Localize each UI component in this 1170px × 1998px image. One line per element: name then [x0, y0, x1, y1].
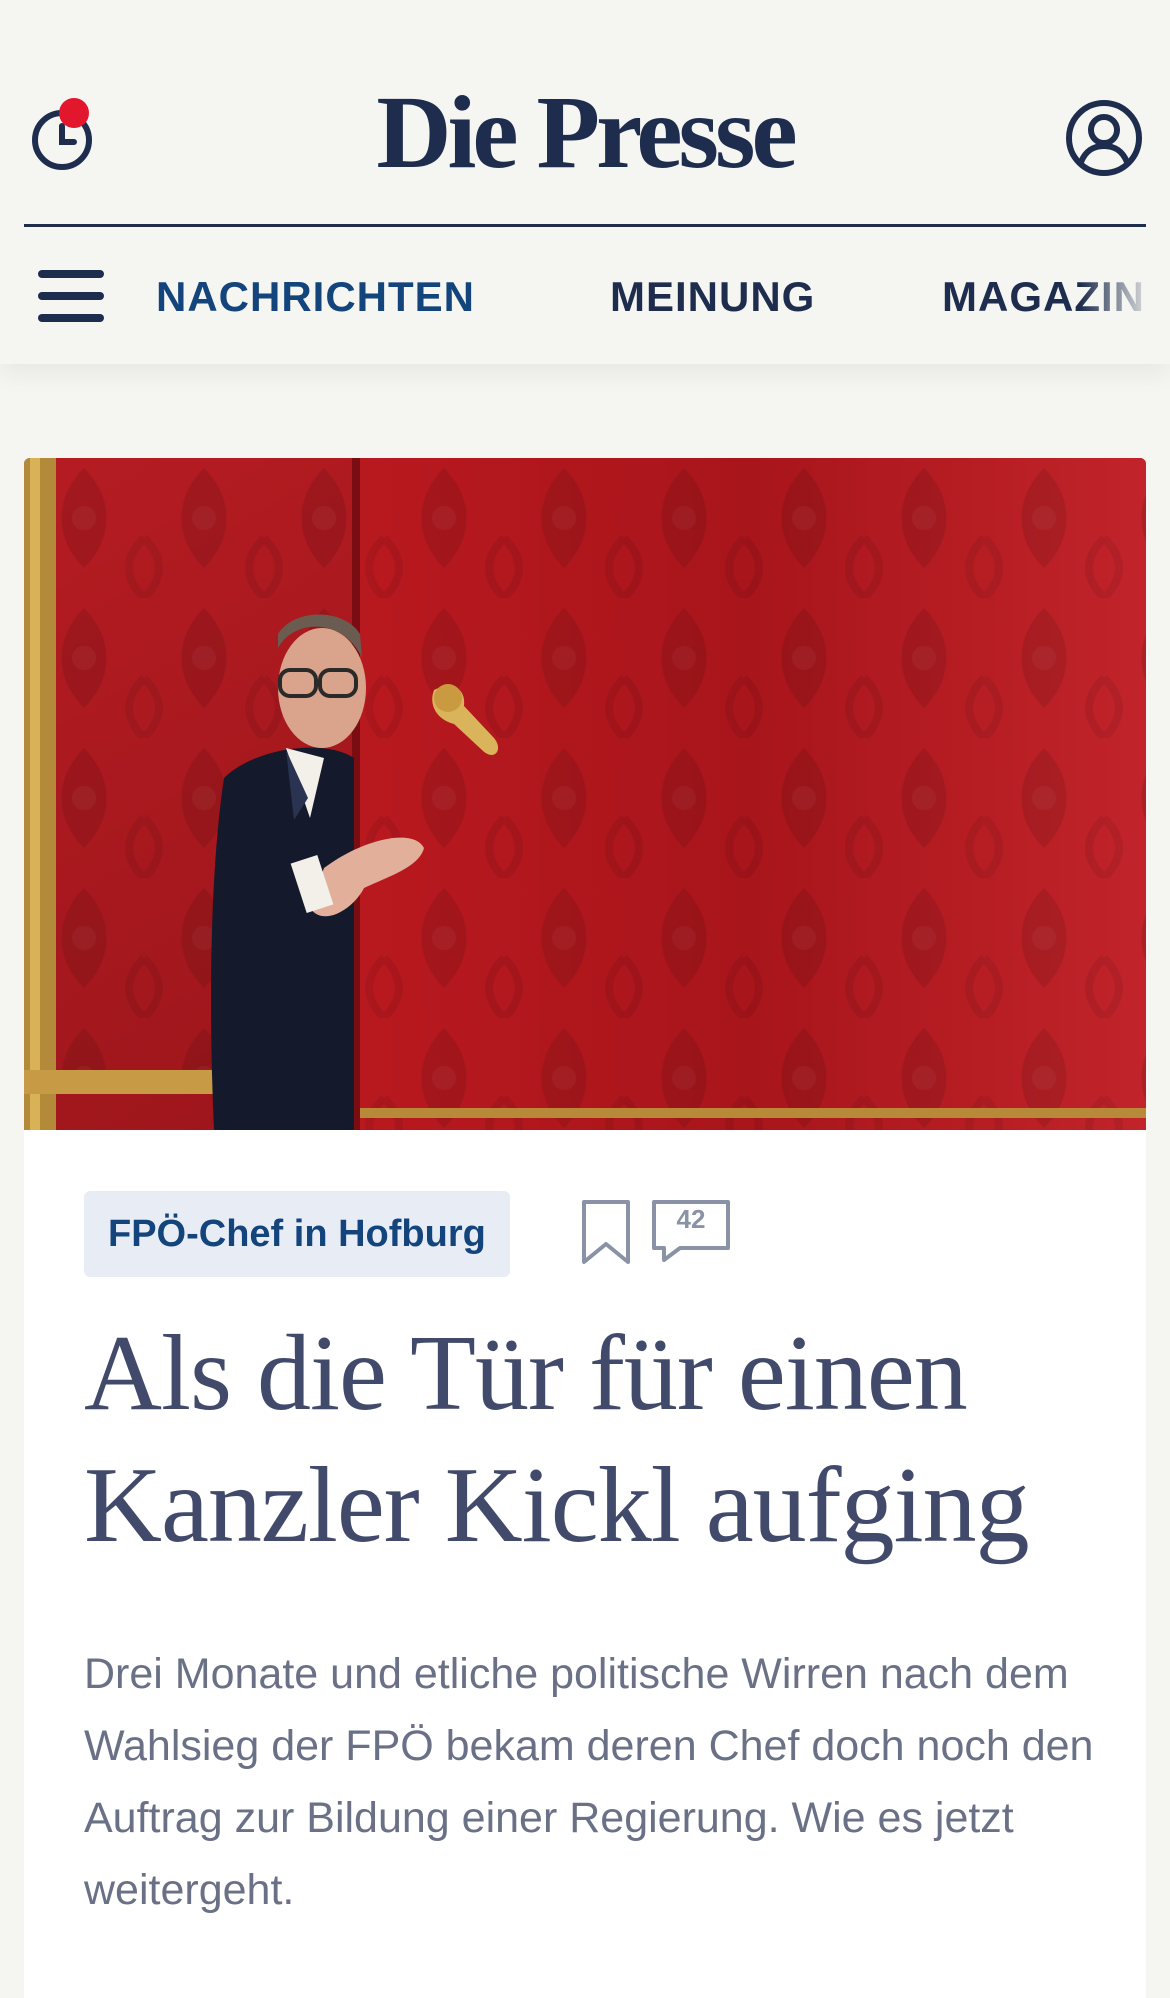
comment-count[interactable]: 42 — [650, 1204, 732, 1235]
article-lead: Drei Monate und etliche politische Wirre… — [84, 1650, 1094, 1914]
hero-image[interactable] — [24, 458, 1146, 1130]
nav-fade-overlay — [1080, 262, 1170, 342]
site-logo[interactable]: Die Presse — [360, 78, 810, 188]
notification-dot — [59, 98, 89, 128]
header-divider — [24, 224, 1146, 227]
bookmark-icon[interactable] — [578, 1198, 634, 1268]
nav-item-meinung[interactable]: MEINUNG — [610, 270, 815, 324]
site-header: Die Presse NACHRICHTEN MEINUNG MAGAZIN — [0, 0, 1170, 364]
hamburger-menu-icon[interactable] — [38, 268, 106, 324]
user-account-icon[interactable] — [1064, 98, 1144, 178]
nav-item-nachrichten[interactable]: NACHRICHTEN — [156, 270, 475, 324]
article-headline[interactable]: Als die Tür für einen Kanzler Kickl aufg… — [84, 1308, 1094, 1572]
topic-tag[interactable]: FPÖ-Chef in Hofburg — [84, 1191, 510, 1277]
article-card: FPÖ-Chef in Hofburg 42 Als die Tür für e… — [24, 458, 1146, 1998]
